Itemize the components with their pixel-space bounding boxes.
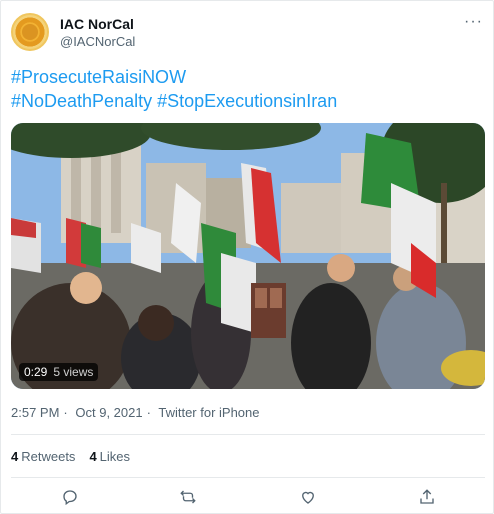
tweet-meta: 2:57 PM · Oct 9, 2021 · Twitter for iPhone [11, 405, 264, 420]
author-display-name[interactable]: IAC NorCal [60, 16, 134, 32]
tweet-actions [1, 485, 494, 509]
video-player[interactable]: 0:29 5 views [11, 123, 485, 389]
retweets-label: Retweets [21, 449, 76, 464]
divider [11, 477, 485, 478]
reply-icon[interactable] [58, 485, 82, 509]
tweet-card: IAC NorCal @IACNorCal ··· #ProsecuteRais… [0, 0, 494, 514]
more-options-icon[interactable]: ··· [464, 13, 483, 31]
tweet-text: #ProsecuteRaisiNOW #NoDeathPenalty #Stop… [11, 65, 481, 113]
video-duration: 0:29 [24, 365, 48, 379]
like-icon[interactable] [296, 485, 320, 509]
tweet-time[interactable]: 2:57 PM [11, 405, 59, 420]
divider [11, 434, 485, 435]
meta-separator: · [63, 405, 68, 420]
author-handle[interactable]: @IACNorCal [60, 34, 135, 49]
retweets-count: 4 [11, 449, 19, 464]
avatar-emblem [22, 24, 38, 40]
tweet-source[interactable]: Twitter for iPhone [158, 405, 259, 420]
likes-count: 4 [89, 449, 97, 464]
likes-label: Likes [99, 449, 131, 464]
tweet-header: IAC NorCal @IACNorCal ··· [11, 13, 485, 53]
hashtag-line[interactable]: #ProsecuteRaisiNOW [11, 65, 481, 89]
meta-separator: · [146, 405, 151, 420]
avatar[interactable] [11, 13, 49, 51]
video-frame-image [11, 123, 485, 389]
retweet-icon[interactable] [176, 485, 200, 509]
hashtag-line[interactable]: #NoDeathPenalty #StopExecutionsinIran [11, 89, 481, 113]
tweet-date[interactable]: Oct 9, 2021 [75, 405, 142, 420]
video-views: 5 views [53, 365, 94, 379]
tweet-stats: 4 Retweets 4 Likes [11, 449, 130, 464]
video-badge: 0:29 5 views [19, 363, 99, 381]
likes-stat[interactable]: 4 Likes [89, 449, 130, 464]
share-icon[interactable] [415, 485, 439, 509]
retweets-stat[interactable]: 4 Retweets [11, 449, 75, 464]
